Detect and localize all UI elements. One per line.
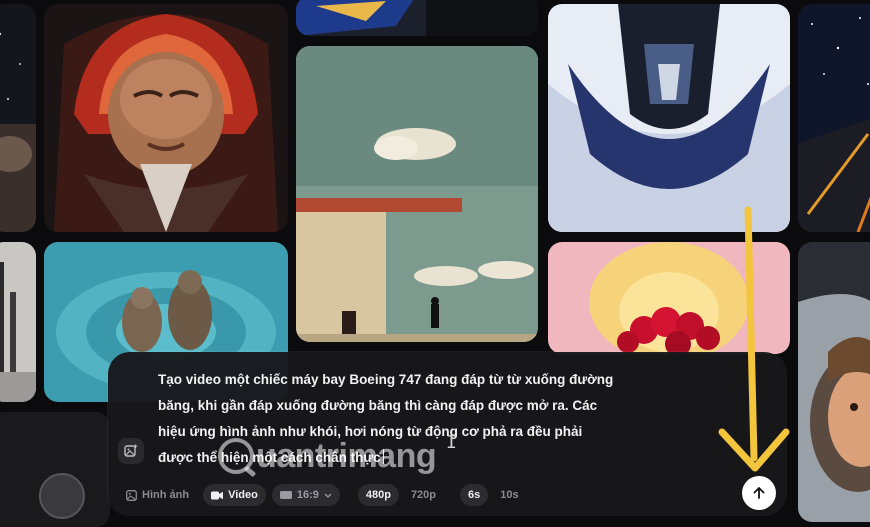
image-plus-icon — [124, 444, 138, 457]
mode-image-label: Hình ảnh — [142, 489, 190, 501]
generation-toolbar: Hình ảnh Video 16:9 480p 720p 6s 10s — [118, 484, 525, 506]
gallery-tile-space-left[interactable] — [0, 4, 36, 232]
duration-6s-label: 6s — [468, 489, 481, 501]
add-image-button[interactable] — [118, 438, 144, 464]
gallery-tile-armored-diver[interactable] — [548, 4, 790, 232]
duration-6s-option[interactable]: 6s — [460, 484, 489, 506]
mode-image-button[interactable]: Hình ảnh — [118, 484, 197, 506]
resolution-720-label: 720p — [410, 489, 437, 501]
gallery-tile-building-figure[interactable] — [296, 46, 538, 342]
duration-10s-label: 10s — [500, 489, 519, 501]
gallery-tile-night-highway[interactable] — [798, 4, 870, 232]
gallery-tile-dark-bottom-left[interactable] — [0, 412, 110, 527]
aspect-ratio-select[interactable]: 16:9 — [271, 484, 340, 506]
mode-video-button[interactable]: Video — [203, 484, 266, 506]
video-camera-icon — [211, 491, 224, 499]
gallery-tile-blue-top[interactable] — [296, 0, 538, 36]
resolution-480-label: 480p — [365, 489, 391, 501]
arrow-up-icon — [753, 487, 765, 499]
prompt-composer: Tạo video một chiếc máy bay Boeing 747 đ… — [108, 352, 786, 515]
resolution-720-option[interactable]: 720p — [405, 484, 442, 506]
resolution-480-option[interactable]: 480p — [357, 484, 399, 506]
duration-10s-option[interactable]: 10s — [494, 484, 524, 506]
ibeam-cursor-icon: I — [446, 432, 457, 453]
gallery-tile-racer-helmet[interactable] — [44, 4, 288, 232]
watermark-text: uantrimang — [256, 436, 437, 475]
gallery-tile-street-left[interactable] — [0, 242, 36, 402]
watermark: uantrimang — [218, 432, 437, 480]
submit-button[interactable] — [742, 476, 776, 510]
mode-video-label: Video — [228, 489, 258, 501]
aspect-ratio-icon — [279, 491, 292, 499]
gallery-tile-astronaut-child[interactable] — [798, 242, 870, 522]
image-icon — [126, 489, 137, 501]
chevron-down-icon — [324, 493, 332, 498]
gallery-tile-roses[interactable] — [548, 242, 790, 354]
watermark-logo-icon — [218, 438, 254, 474]
aspect-ratio-label: 16:9 — [296, 489, 319, 501]
